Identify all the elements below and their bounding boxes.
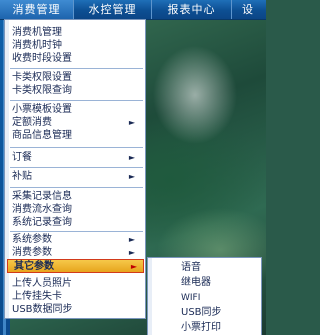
menu-item-label: 商品信息管理 bbox=[12, 130, 72, 141]
menu-item-label: 收费时段设置 bbox=[12, 53, 72, 64]
submenu-item-relay[interactable]: 继电器 bbox=[181, 276, 211, 290]
submenu-item-usb-sync[interactable]: USB同步 bbox=[181, 306, 222, 320]
menu-item-label: 采集记录信息 bbox=[12, 191, 72, 202]
submenu-arrow-icon: ► bbox=[128, 248, 135, 257]
menu-item-consumer-machine-management[interactable]: 消费机管理 bbox=[10, 26, 145, 39]
menu-item-consumption-flow-query[interactable]: 消费流水查询 bbox=[10, 203, 145, 216]
menu-item-label: 系统参数 bbox=[12, 234, 52, 245]
menu-item-receipt-template-settings[interactable]: 小票模板设置 bbox=[10, 103, 145, 116]
menu-item-consumer-machine-clock[interactable]: 消费机时钟 bbox=[10, 39, 145, 52]
menu-item-collected-record-info[interactable]: 采集记录信息 bbox=[10, 190, 145, 203]
menu-item-upload-personnel-photos[interactable]: 上传人员照片 bbox=[10, 277, 145, 290]
menu-item-product-info-management[interactable]: 商品信息管理 bbox=[10, 129, 145, 142]
menu-item-system-parameters[interactable]: 系统参数 ► bbox=[10, 233, 145, 246]
submenu-arrow-icon: ► bbox=[128, 118, 135, 127]
menu-separator bbox=[10, 187, 143, 188]
menu-item-label: 定额消费 bbox=[12, 117, 52, 128]
menu-report-center[interactable]: 报表中心 bbox=[152, 0, 232, 19]
menu-item-label: 消费机时钟 bbox=[12, 40, 62, 51]
menu-item-label: 订餐 bbox=[12, 152, 32, 163]
menu-item-label: 卡类权限设置 bbox=[12, 72, 72, 83]
menu-water-control-management[interactable]: 水控管理 bbox=[74, 0, 152, 19]
submenu-arrow-icon: ► bbox=[128, 235, 135, 244]
menu-item-charge-period-settings[interactable]: 收费时段设置 bbox=[10, 52, 145, 65]
menu-item-subsidy[interactable]: 补贴 ► bbox=[10, 170, 145, 183]
submenu-arrow-icon: ► bbox=[130, 262, 137, 271]
submenu-item-wifi[interactable]: WIFI bbox=[181, 291, 200, 305]
other-parameters-submenu: 语音 继电器 WIFI USB同步 小票打印 bbox=[147, 257, 262, 335]
menu-item-other-parameters[interactable]: 其它参数 ► bbox=[7, 259, 144, 273]
submenu-arrow-icon: ► bbox=[128, 172, 135, 181]
menu-separator bbox=[10, 167, 143, 168]
menu-item-usb-data-sync[interactable]: USB数据同步 bbox=[10, 303, 145, 316]
menu-item-consumption-parameters[interactable]: 消费参数 ► bbox=[10, 246, 145, 259]
submenu-arrow-icon: ► bbox=[128, 153, 135, 162]
menu-item-label: 上传人员照片 bbox=[12, 278, 72, 289]
submenu-item-receipt-printing[interactable]: 小票打印 bbox=[181, 321, 221, 335]
menu-item-label: 补贴 bbox=[12, 171, 32, 182]
menu-settings-truncated[interactable]: 设 bbox=[232, 0, 266, 19]
menu-item-card-permission-query[interactable]: 卡类权限查询 bbox=[10, 84, 145, 97]
menu-separator bbox=[10, 231, 143, 232]
top-menu-bar: 消费管理 水控管理 报表中心 设 bbox=[0, 0, 266, 20]
menu-item-label: USB数据同步 bbox=[12, 304, 73, 315]
menu-item-label: 消费参数 bbox=[12, 247, 52, 258]
menu-separator bbox=[10, 68, 143, 69]
menu-item-label: 其它参数 bbox=[14, 261, 54, 272]
menu-item-card-permission-settings[interactable]: 卡类权限设置 bbox=[10, 71, 145, 84]
menu-separator bbox=[10, 147, 143, 148]
menu-item-label: 系统记录查询 bbox=[12, 217, 72, 228]
menu-item-label: 上传挂失卡 bbox=[12, 291, 62, 302]
consumption-dropdown-menu: 消费机管理 消费机时钟 收费时段设置 卡类权限设置 卡类权限查询 小票模板设置 … bbox=[4, 19, 146, 319]
menu-item-upload-lost-cards[interactable]: 上传挂失卡 bbox=[10, 290, 145, 303]
menu-item-system-record-query[interactable]: 系统记录查询 bbox=[10, 216, 145, 229]
menu-separator bbox=[10, 100, 143, 101]
menu-consumption-management[interactable]: 消费管理 bbox=[0, 0, 74, 19]
menu-item-label: 卡类权限查询 bbox=[12, 85, 72, 96]
submenu-item-voice[interactable]: 语音 bbox=[181, 261, 201, 275]
menu-item-label: 消费流水查询 bbox=[12, 204, 72, 215]
menu-item-label: 小票模板设置 bbox=[12, 104, 72, 115]
menu-item-label: 消费机管理 bbox=[12, 27, 62, 38]
menu-item-meal-ordering[interactable]: 订餐 ► bbox=[10, 151, 145, 164]
menu-item-fixed-amount-consumption[interactable]: 定额消费 ► bbox=[10, 116, 145, 129]
